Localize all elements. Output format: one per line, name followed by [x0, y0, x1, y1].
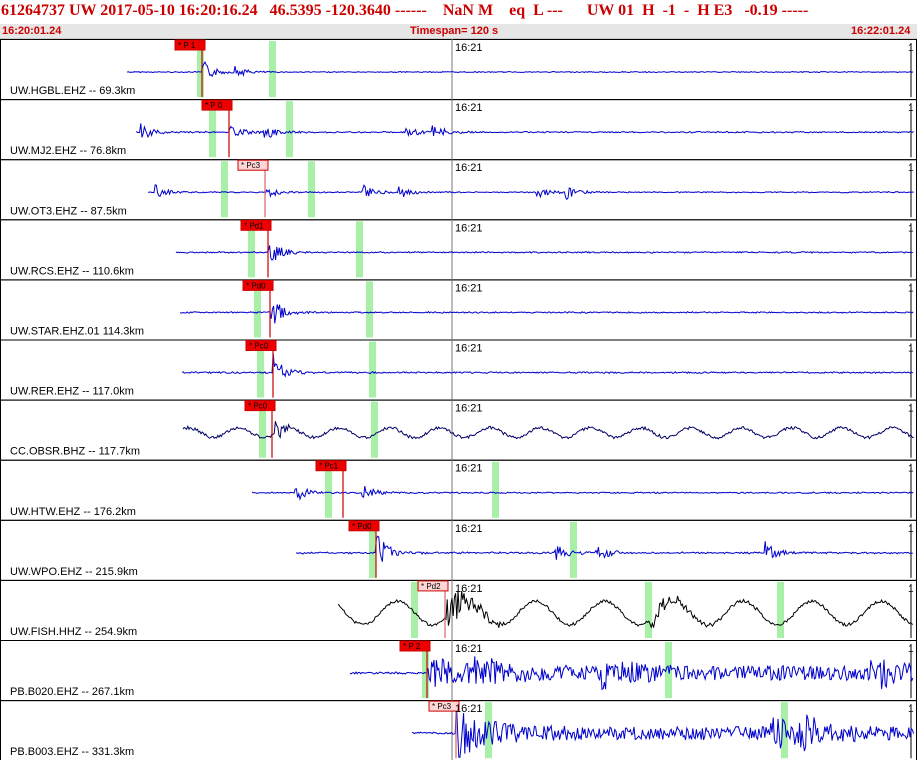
seismogram-waveform [182, 421, 914, 440]
pick-label: * Pd0 [352, 522, 372, 531]
phase-window-marker [371, 401, 378, 458]
station-label: PB.B020.EHZ -- 267.1km [10, 686, 134, 698]
trace-row[interactable]: * Pc1 16:21 1 UW.HTW.EHZ -- 176.2km [0, 459, 917, 521]
phase-window-marker [269, 41, 276, 98]
minute-label: 16:21 [455, 42, 483, 54]
pick-label: * Pc3 [432, 702, 452, 711]
trace-row[interactable]: * P 2 16:21 1 PB.B020.EHZ -- 267.1km [0, 640, 917, 702]
minute-label: 16:21 [455, 523, 483, 535]
pick-label: * Pd1 [244, 221, 264, 230]
amplitude-tick-label: 1 [908, 163, 914, 174]
amplitude-tick-label: 1 [908, 704, 914, 715]
trace-row[interactable]: * P 0 16:21 1 UW.MJ2.EHZ -- 76.8km [0, 99, 917, 161]
station-label: UW.HTW.EHZ -- 176.2km [10, 506, 136, 518]
amplitude-tick-label: 1 [908, 464, 914, 475]
phase-window-marker [570, 521, 577, 578]
seismogram-waveform [148, 184, 914, 201]
station-label: CC.OBSR.BHZ -- 117.7km [10, 446, 140, 458]
minute-label: 16:21 [455, 222, 483, 234]
station-label: UW.HGBL.EHZ -- 69.3km [10, 85, 135, 97]
phase-window-marker [356, 221, 363, 278]
minute-label: 16:21 [455, 703, 483, 715]
seismogram-waveform [179, 304, 914, 324]
station-label: UW.STAR.EHZ.01 114.3km [10, 326, 144, 338]
phase-window-marker [221, 161, 228, 218]
pick-label: * Pc3 [241, 161, 261, 170]
amplitude-tick-label: 1 [908, 584, 914, 595]
phase-window-marker [366, 281, 373, 338]
minute-label: 16:21 [455, 343, 483, 355]
timespan-label: Timespan= 120 s [410, 25, 499, 37]
seismogram-waveform [296, 535, 913, 562]
trace-row[interactable]: * Pc0 16:21 1 UW.RER.EHZ -- 117.0km [0, 339, 917, 401]
seismogram-waveform [181, 353, 914, 378]
trace-row[interactable]: * Pd2 16:21 1 UW.FISH.HHZ -- 254.9km [0, 579, 917, 642]
amplitude-tick-label: 1 [908, 283, 914, 294]
pick-label: * Pc0 [248, 402, 268, 411]
minute-label: 16:21 [455, 463, 483, 475]
seismogram-waveform [251, 486, 914, 501]
pick-label: * Pc1 [319, 462, 339, 471]
trace-row[interactable]: * Pd0 16:21 1 UW.STAR.EHZ.01 114.3km [0, 279, 917, 341]
station-label: UW.FISH.HHZ -- 254.9km [10, 626, 137, 638]
amplitude-tick-label: 1 [908, 404, 914, 415]
amplitude-tick-label: 1 [908, 644, 914, 655]
amplitude-tick-label: 1 [908, 223, 914, 234]
phase-window-marker [286, 101, 293, 158]
trace-row[interactable]: * Pc3 16:21 1 UW.OT3.EHZ -- 87.5km [0, 159, 917, 221]
minute-label: 16:21 [455, 643, 483, 655]
phase-window-marker [777, 581, 784, 638]
trace-row[interactable]: * Pd0 16:21 1 UW.WPO.EHZ -- 215.9km [0, 519, 917, 581]
station-label: UW.RER.EHZ -- 117.0km [10, 386, 134, 398]
phase-window-marker [492, 461, 499, 518]
trace-row[interactable]: * P 1 16:21 1 UW.HGBL.EHZ -- 69.3km [0, 39, 917, 101]
station-label: UW.OT3.EHZ -- 87.5km [10, 205, 127, 217]
end-time-label: 16:22:01.24 [851, 25, 911, 37]
start-time-label: 16:20:01.24 [2, 25, 62, 37]
pick-label: * Pd2 [421, 582, 441, 591]
trace-row[interactable]: * Pc3 16:21 1 PB.B003.EHZ -- 331.3km [0, 700, 917, 760]
phase-window-marker [369, 341, 376, 398]
trace-row[interactable]: * Pc0 16:21 1 CC.OBSR.BHZ -- 117.7km [0, 399, 917, 461]
amplitude-tick-label: 1 [908, 344, 914, 355]
pick-label: * P 2 [403, 642, 421, 651]
event-header: 61264737 UW 2017-05-10 16:20:16.24 46.53… [0, 0, 917, 40]
station-label: PB.B003.EHZ -- 331.3km [10, 746, 134, 758]
pick-label: * P 0 [205, 101, 223, 110]
amplitude-tick-label: 1 [908, 43, 914, 54]
pick-label: * P 1 [178, 41, 196, 50]
trace-row[interactable]: * Pd1 16:21 1 UW.RCS.EHZ -- 110.6km [0, 219, 917, 281]
seismogram-waveform [337, 590, 914, 629]
minute-label: 16:21 [455, 403, 483, 415]
event-summary-title: 61264737 UW 2017-05-10 16:20:16.24 46.53… [1, 2, 809, 19]
seismogram-waveform [126, 61, 914, 78]
minute-label: 16:21 [455, 583, 483, 595]
pick-label: * Pc0 [249, 342, 269, 351]
pick-label: * Pd0 [246, 281, 266, 290]
seismogram-waveform [175, 245, 913, 261]
amplitude-tick-label: 1 [908, 524, 914, 535]
minute-label: 16:21 [455, 102, 483, 114]
minute-label: 16:21 [455, 162, 483, 174]
seismogram-waveform [135, 123, 914, 139]
phase-window-marker [645, 581, 652, 638]
amplitude-tick-label: 1 [908, 103, 914, 114]
minute-label: 16:21 [455, 282, 483, 294]
station-label: UW.RCS.EHZ -- 110.6km [10, 265, 134, 277]
phase-window-marker [308, 161, 315, 218]
station-label: UW.MJ2.EHZ -- 76.8km [10, 145, 126, 157]
seismogram-panel[interactable]: * P 1 16:21 1 UW.HGBL.EHZ -- 69.3km * P 0 16:… [0, 39, 917, 760]
station-label: UW.WPO.EHZ -- 215.9km [10, 566, 138, 578]
seismogram-waveform [349, 656, 914, 691]
